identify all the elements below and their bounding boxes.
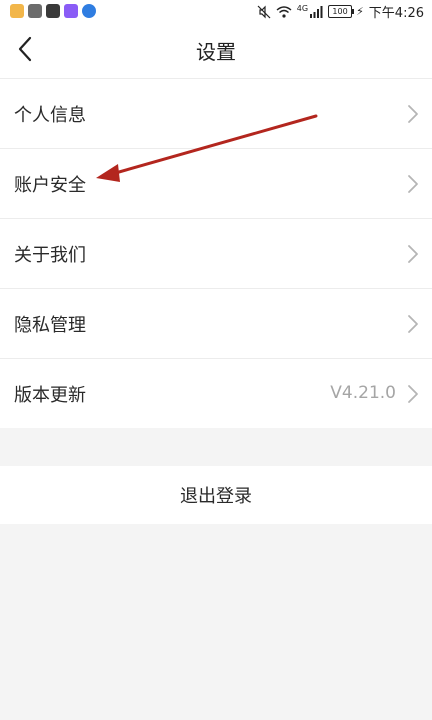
settings-item-version-update[interactable]: 版本更新 V4.21.0	[0, 358, 432, 428]
battery-icon: 100	[328, 5, 355, 18]
settings-item-personal-info[interactable]: 个人信息	[0, 78, 432, 148]
mute-icon	[257, 5, 271, 18]
signal-icon	[310, 5, 323, 18]
charging-icon: ⚡	[356, 5, 364, 18]
chevron-right-icon	[408, 105, 418, 123]
chevron-right-icon	[408, 245, 418, 263]
settings-item-label: 账户安全	[14, 175, 86, 196]
settings-item-label: 版本更新	[14, 385, 86, 406]
settings-list: 个人信息 账户安全 关于我们 隐私管理 版本更新 V4.21.0	[0, 78, 432, 428]
purple-app-icon	[64, 4, 78, 18]
settings-item-about-us[interactable]: 关于我们	[0, 218, 432, 288]
chevron-right-icon	[408, 175, 418, 193]
settings-item-label: 隐私管理	[14, 315, 86, 336]
settings-item-label: 关于我们	[14, 245, 86, 266]
settings-item-label: 个人信息	[14, 105, 86, 126]
settings-item-privacy[interactable]: 隐私管理	[0, 288, 432, 358]
header: 设置	[0, 22, 432, 78]
notes-app-icon	[10, 4, 24, 18]
status-time: 下午4:26	[368, 6, 424, 21]
network-type: 4G	[296, 4, 309, 13]
chevron-right-icon	[408, 315, 418, 333]
section-gap	[0, 431, 432, 466]
status-bar: 4G 100 ⚡ 下午4:26	[0, 0, 432, 22]
status-indicators: 4G 100 ⚡ 下午4:26	[257, 2, 424, 21]
page-title: 设置	[196, 40, 236, 64]
version-value: V4.21.0	[330, 383, 396, 403]
chevron-right-icon	[408, 385, 418, 403]
status-app-icons	[10, 4, 96, 18]
wechat-app-icon	[46, 4, 60, 18]
logout-label: 退出登录	[180, 486, 252, 507]
message-app-icon	[28, 4, 42, 18]
blue-app-icon	[82, 4, 96, 18]
wifi-icon	[276, 6, 292, 18]
settings-item-account-security[interactable]: 账户安全	[0, 148, 432, 218]
logout-button[interactable]: 退出登录	[0, 466, 432, 524]
